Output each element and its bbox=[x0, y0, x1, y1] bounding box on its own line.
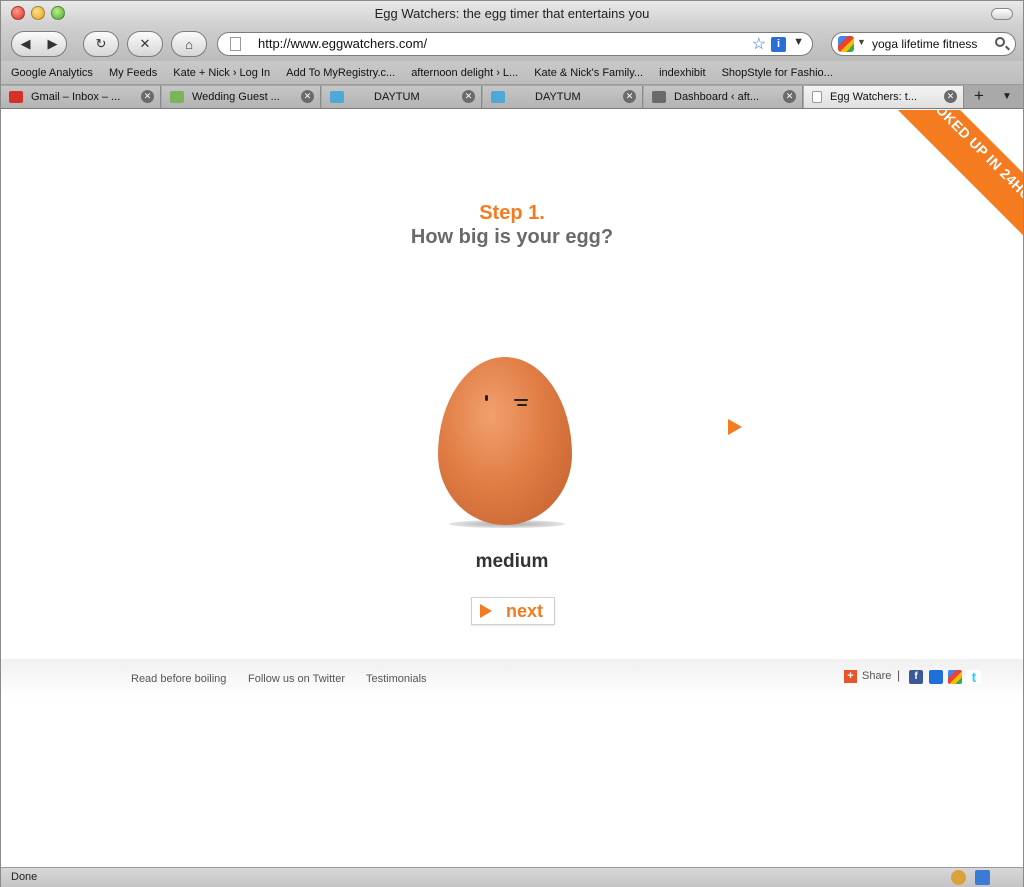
twitter-icon[interactable]: t bbox=[967, 670, 981, 684]
egg-size-label: medium bbox=[475, 551, 549, 572]
tab-list-button[interactable]: ▼ bbox=[995, 86, 1019, 108]
back-icon[interactable]: ◀ bbox=[12, 36, 39, 52]
tab-wedding-guest[interactable]: Wedding Guest ... ✕ bbox=[162, 86, 321, 108]
toolbar-toggle-button[interactable] bbox=[991, 8, 1013, 20]
stop-icon: ✕ bbox=[139, 36, 151, 51]
next-button[interactable]: next bbox=[471, 597, 555, 625]
close-tab-icon[interactable]: ✕ bbox=[462, 90, 475, 103]
bookmark-item[interactable]: ShopStyle for Fashio... bbox=[722, 67, 833, 79]
play-arrow-icon bbox=[480, 604, 492, 618]
tab-label: DAYTUM bbox=[535, 91, 581, 103]
close-window-button[interactable] bbox=[11, 6, 25, 20]
tab-daytum-1[interactable]: DAYTUM ✕ bbox=[322, 86, 482, 108]
spreadsheet-icon bbox=[170, 91, 184, 103]
tab-egg-watchers[interactable]: Egg Watchers: t... ✕ bbox=[804, 86, 964, 108]
home-icon: ⌂ bbox=[185, 36, 193, 52]
info-icon[interactable]: i bbox=[771, 37, 786, 52]
new-tab-button[interactable]: + bbox=[967, 86, 991, 108]
egg-eyebrow-icon bbox=[514, 399, 528, 401]
egg-illustration bbox=[438, 357, 572, 525]
url-dropdown-icon[interactable]: ▼ bbox=[793, 36, 804, 48]
zoom-window-button[interactable] bbox=[51, 6, 65, 20]
bookmark-item[interactable]: indexhibit bbox=[659, 67, 705, 79]
search-engine-dropdown-icon[interactable]: ▼ bbox=[857, 37, 866, 47]
tab-label: Gmail – Inbox – ... bbox=[31, 91, 121, 103]
bookmark-item[interactable]: Kate + Nick › Log In bbox=[173, 67, 270, 79]
tab-dashboard[interactable]: Dashboard ‹ aft... ✕ bbox=[644, 86, 803, 108]
gmail-icon bbox=[9, 91, 23, 103]
window-title: Egg Watchers: the egg timer that enterta… bbox=[374, 6, 650, 21]
forward-icon[interactable]: ▶ bbox=[39, 36, 66, 52]
egg-wink-icon bbox=[517, 404, 527, 406]
egg-eye-icon bbox=[485, 395, 488, 401]
facebook-icon[interactable]: f bbox=[909, 670, 923, 684]
bookmark-star-icon[interactable]: ☆ bbox=[752, 34, 766, 54]
next-button-label: next bbox=[506, 600, 544, 621]
tab-bar: Gmail – Inbox – ... ✕ Wedding Guest ... … bbox=[1, 85, 1023, 109]
share-separator: | bbox=[897, 668, 901, 682]
daytum-icon bbox=[330, 91, 344, 103]
footer-link[interactable]: Read before boiling bbox=[131, 673, 226, 685]
address-bar[interactable]: http://www.eggwatchers.com/ ☆ i ▼ bbox=[217, 32, 813, 56]
close-tab-icon[interactable]: ✕ bbox=[301, 90, 314, 103]
close-tab-icon[interactable]: ✕ bbox=[944, 90, 957, 103]
windows-live-icon[interactable] bbox=[929, 670, 943, 684]
addon-x-icon[interactable] bbox=[975, 870, 990, 885]
navigation-toolbar: ◀ ▶ ↻ ✕ ⌂ http://www.eggwatchers.com/ ☆ … bbox=[1, 27, 1023, 61]
addon-monkey-icon[interactable] bbox=[951, 870, 966, 885]
bookmark-item[interactable]: Google Analytics bbox=[11, 67, 93, 79]
tab-label: DAYTUM bbox=[374, 91, 420, 103]
step-label: Step 1. bbox=[479, 202, 545, 224]
page-icon bbox=[812, 91, 822, 103]
search-bar[interactable]: ▼ yoga lifetime fitness bbox=[831, 32, 1016, 56]
tab-daytum-2[interactable]: DAYTUM ✕ bbox=[483, 86, 643, 108]
status-text: Done bbox=[11, 871, 38, 883]
share-icon[interactable]: + bbox=[844, 670, 857, 683]
back-forward-group: ◀ ▶ bbox=[11, 31, 67, 57]
bookmark-item[interactable]: afternoon delight › L... bbox=[411, 67, 518, 79]
page-content: COOKED UP IN 24HOURS Step 1. How big is … bbox=[1, 110, 1023, 867]
google-search-engine-icon[interactable] bbox=[838, 36, 854, 52]
footer-link[interactable]: Follow us on Twitter bbox=[248, 673, 345, 685]
step-question: How big is your egg? bbox=[410, 226, 614, 248]
page-icon bbox=[230, 37, 241, 51]
tab-label: Wedding Guest ... bbox=[192, 91, 280, 103]
search-input[interactable]: yoga lifetime fitness bbox=[872, 37, 977, 51]
stop-button[interactable]: ✕ bbox=[127, 31, 163, 57]
minimize-window-button[interactable] bbox=[31, 6, 45, 20]
next-size-arrow-icon[interactable] bbox=[728, 419, 742, 435]
daytum-icon bbox=[491, 91, 505, 103]
home-button[interactable]: ⌂ bbox=[171, 31, 207, 57]
bookmark-item[interactable]: Add To MyRegistry.c... bbox=[286, 67, 395, 79]
close-tab-icon[interactable]: ✕ bbox=[141, 90, 154, 103]
bookmark-item[interactable]: My Feeds bbox=[109, 67, 157, 79]
reload-button[interactable]: ↻ bbox=[83, 31, 119, 57]
tab-gmail[interactable]: Gmail – Inbox – ... ✕ bbox=[1, 86, 161, 108]
share-label[interactable]: Share bbox=[862, 670, 891, 682]
footer-link[interactable]: Testimonials bbox=[366, 673, 427, 685]
status-bar: Done bbox=[1, 867, 1023, 887]
close-tab-icon[interactable]: ✕ bbox=[783, 90, 796, 103]
title-bar: Egg Watchers: the egg timer that enterta… bbox=[1, 1, 1023, 27]
tab-label: Egg Watchers: t... bbox=[830, 91, 918, 103]
bookmark-item[interactable]: Kate & Nick's Family... bbox=[534, 67, 643, 79]
google-icon[interactable] bbox=[948, 670, 962, 684]
bookmarks-bar: Google Analytics My Feeds Kate + Nick › … bbox=[1, 61, 1023, 85]
search-icon[interactable] bbox=[995, 37, 1005, 47]
close-tab-icon[interactable]: ✕ bbox=[623, 90, 636, 103]
dashboard-icon bbox=[652, 91, 666, 103]
url-text[interactable]: http://www.eggwatchers.com/ bbox=[258, 36, 427, 51]
reload-icon: ↻ bbox=[95, 36, 107, 51]
tab-label: Dashboard ‹ aft... bbox=[674, 91, 759, 103]
browser-window: Egg Watchers: the egg timer that enterta… bbox=[0, 0, 1024, 887]
footer: Read before boiling Follow us on Twitter… bbox=[1, 659, 1023, 699]
